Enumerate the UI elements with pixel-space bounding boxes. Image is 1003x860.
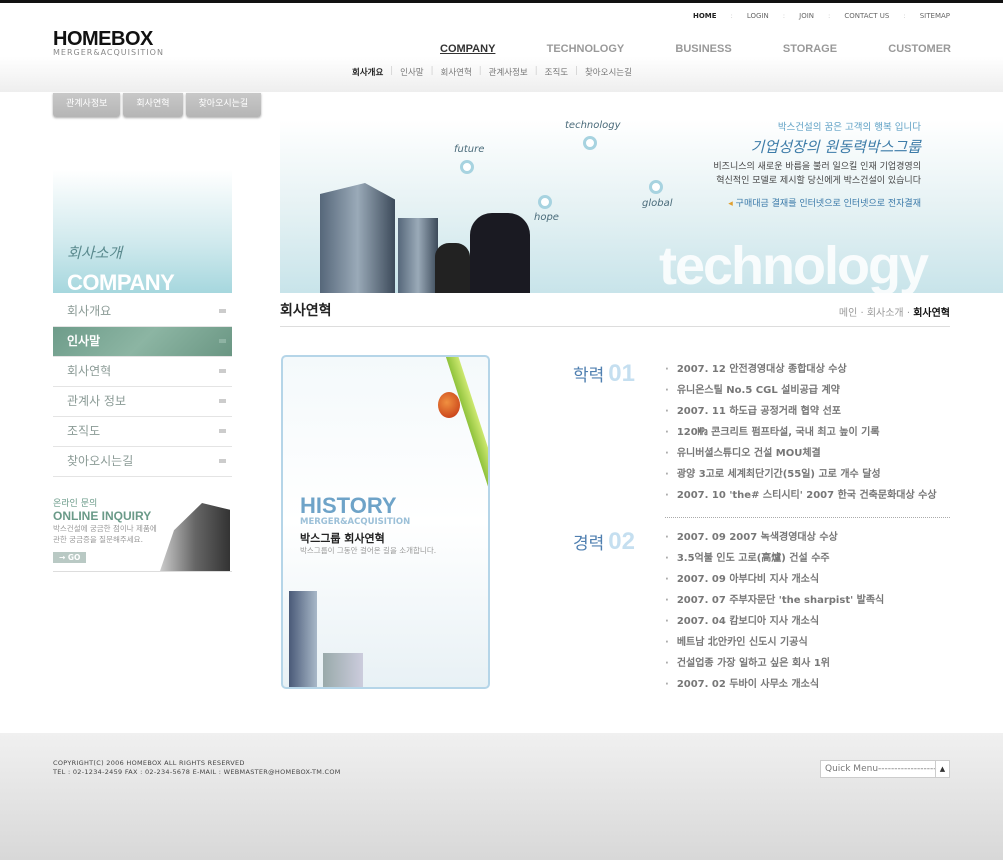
building-image (320, 183, 395, 293)
nav-company[interactable]: COMPANY (440, 43, 495, 55)
node-label: global (642, 198, 673, 209)
node-icon (538, 195, 552, 209)
list-item: 120㎫ 콘크리트 펌프타설, 국내 최고 높이 기록 (665, 422, 937, 443)
tab-directions[interactable]: 찾아오시는길 (185, 93, 262, 117)
list-item: 2007. 07 주부자문단 'the sharpist' 발족식 (665, 590, 884, 611)
breadcrumb: 메인 · 회사소개 · 회사연혁 (838, 308, 950, 319)
list-item: 유니버셜스튜디오 건설 MOU체결 (665, 443, 937, 464)
bullet-icon (219, 309, 226, 313)
menu-item-directions[interactable]: 찾아오시는길 (53, 447, 232, 477)
tab-history[interactable]: 회사연혁 (123, 93, 183, 117)
sub-nav: 회사개요 | 인사말 | 회사연혁 | 관계사정보 | 조직도 | 찾아오시는길 (352, 66, 632, 78)
subnav-item[interactable]: 회사개요 (352, 66, 383, 78)
bullet-icon (219, 369, 226, 373)
list-item: 2007. 12 안전경영대상 종합대상 수상 (665, 359, 937, 380)
bullet-icon (219, 339, 226, 343)
person-image (470, 213, 530, 293)
section-heading: 경력 02 (573, 528, 635, 555)
list-item: 2007. 09 2007 녹색경영대상 수상 (665, 527, 884, 548)
section-heading: 학력 01 (573, 360, 635, 387)
building-image (323, 653, 363, 687)
menu-item-history[interactable]: 회사연혁 (53, 357, 232, 387)
menu-item-overview[interactable]: 회사개요 (53, 297, 232, 327)
subnav-item[interactable]: 인사말 (400, 66, 423, 78)
subnav-item[interactable]: 찾아오시는길 (585, 66, 632, 78)
bullet-icon (219, 429, 226, 433)
person-image (435, 243, 470, 293)
history-card: HISTORY MERGER&ACQUISITION 박스그룹 회사연혁 박스그… (281, 355, 490, 689)
menu-item-org-chart[interactable]: 조직도 (53, 417, 232, 447)
page-title: 회사연혁 (280, 303, 332, 319)
nav-customer[interactable]: CUSTOMER (888, 43, 951, 55)
logo[interactable]: HOMEBOX MERGER&ACQUISITION (53, 29, 164, 57)
building-image (398, 218, 438, 293)
list-item: 2007. 11 하도급 공정거래 협약 선포 (665, 401, 937, 422)
online-inquiry: 온라인 문의 ONLINE INQUIRY 박스건설에 궁금한 점이나 제품에 … (53, 496, 232, 572)
node-label: technology (565, 120, 621, 131)
breadcrumb-home[interactable]: 메인 (839, 308, 857, 319)
node-icon (649, 180, 663, 194)
go-button[interactable]: → GO (53, 552, 87, 563)
quick-tabs: 관계사정보 회사연혁 찾아오시는길 (53, 93, 262, 117)
utility-nav: HOME: LOGIN: JOIN: CONTACT US: SITEMAP (692, 12, 950, 20)
list-item: 건설업종 가장 일하고 싶은 회사 1위 (665, 653, 884, 674)
caret-up-icon[interactable]: ▲ (935, 761, 949, 777)
leaf-image (443, 357, 488, 568)
menu-item-greeting[interactable]: 인사말 (53, 327, 232, 357)
nav-technology[interactable]: TECHNOLOGY (547, 43, 625, 55)
list-item: 2007. 10 'the# 스티시티' 2007 한국 건축문화대상 수상 (665, 485, 937, 506)
subnav-item[interactable]: 회사연혁 (441, 66, 472, 78)
subnav-item[interactable]: 관계사정보 (489, 66, 528, 78)
subnav-item[interactable]: 조직도 (545, 66, 568, 78)
building-image (289, 591, 317, 687)
node-icon (583, 136, 597, 150)
quick-menu-select[interactable]: Quick Menu------------------ ▲ (820, 760, 950, 778)
bullet-icon (219, 459, 226, 463)
util-join[interactable]: JOIN (799, 12, 814, 20)
hero-banner: future technology hope global technology… (280, 120, 1003, 293)
util-login[interactable]: LOGIN (747, 12, 769, 20)
ladybug-image (438, 392, 460, 418)
util-sitemap[interactable]: SITEMAP (920, 12, 950, 20)
list-item: 광양 3고로 세계최단기간(55일) 고로 개수 달성 (665, 464, 937, 485)
arrow-left-icon: ◂ (728, 199, 736, 209)
util-contact[interactable]: CONTACT US (844, 12, 889, 20)
list-item: 2007. 02 두바이 사무소 개소식 (665, 674, 884, 695)
nav-business[interactable]: BUSINESS (675, 43, 731, 55)
banner-text: 박스건설의 꿈은 고객의 행복 입니다 기업성장의 원동력박스그룹 비즈니스의 … (713, 122, 921, 209)
util-home[interactable]: HOME (693, 12, 717, 20)
copyright: COPYRIGHT(C) 2006 HOMEBOX ALL RIGHTS RES… (53, 759, 341, 776)
history-list: 2007. 09 2007 녹색경영대상 수상 3.5억불 인도 고로(高爐) … (665, 527, 884, 695)
list-item: 유니온스틸 No.5 CGL 설비공급 계약 (665, 380, 937, 401)
bullet-icon (219, 399, 226, 403)
list-item: 2007. 09 아부다비 지사 개소식 (665, 569, 884, 590)
main-nav: COMPANY TECHNOLOGY BUSINESS STORAGE CUST… (440, 43, 951, 55)
list-item: 베트남 北안카인 신도시 기공식 (665, 632, 884, 653)
e-payment-link[interactable]: ◂ 구매대금 결재를 인터넷으로 인터넷으로 전자결재 (713, 196, 921, 209)
menu-item-affiliates[interactable]: 관계사 정보 (53, 387, 232, 417)
divider (665, 517, 950, 518)
node-label: future (454, 144, 485, 155)
history-list: 2007. 12 안전경영대상 종합대상 수상 유니온스틸 No.5 CGL 설… (665, 359, 937, 506)
node-icon (460, 160, 474, 174)
breadcrumb-company[interactable]: 회사소개 (867, 308, 904, 319)
tab-affiliates[interactable]: 관계사정보 (53, 93, 121, 117)
section-banner: 회사소개 COMPANY (53, 170, 232, 295)
footer: COPYRIGHT(C) 2006 HOMEBOX ALL RIGHTS RES… (0, 733, 1003, 860)
list-item: 2007. 04 캄보디아 지사 개소식 (665, 611, 884, 632)
banner-watermark: technology (658, 236, 929, 293)
page-header: 회사연혁 메인 · 회사소개 · 회사연혁 (280, 296, 950, 327)
node-label: hope (534, 212, 559, 223)
nav-storage[interactable]: STORAGE (783, 43, 837, 55)
breadcrumb-current: 회사연혁 (913, 308, 950, 319)
left-menu: 회사개요 인사말 회사연혁 관계사 정보 조직도 찾아오시는길 (53, 297, 232, 477)
list-item: 3.5억불 인도 고로(高爐) 건설 수주 (665, 548, 884, 569)
